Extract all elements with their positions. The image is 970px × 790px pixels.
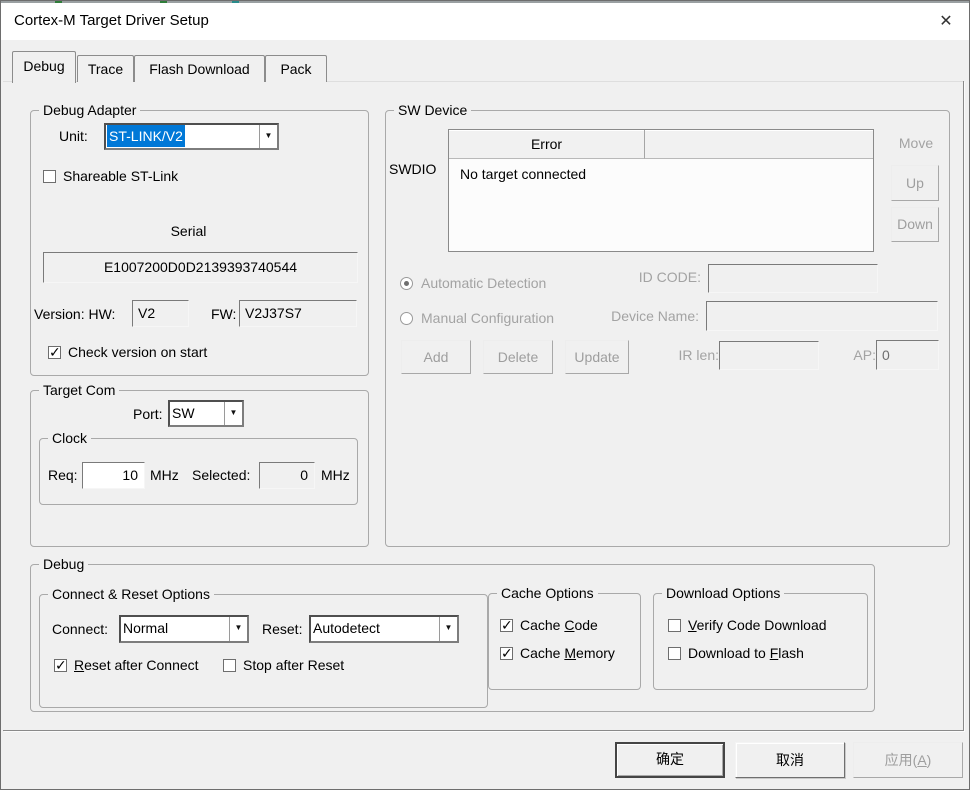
column-header-error[interactable]: Error [449, 130, 645, 159]
req-label: Req: [48, 467, 78, 483]
cancel-button[interactable]: 取消 [735, 742, 845, 778]
hw-version-box: V2 [132, 300, 189, 327]
group-title: SW Device [394, 101, 471, 119]
table-row[interactable]: No target connected [449, 159, 873, 189]
group-debug-adapter: Debug Adapter Unit: ST-LINK/V2 ▼ Shareab… [30, 110, 369, 376]
fw-label: FW: [211, 306, 236, 322]
group-clock: Clock Req: 10 MHz Selected: 0 MHz [39, 438, 358, 505]
id-code-field [708, 264, 878, 293]
move-label: Move [892, 135, 940, 151]
move-up-button: Up [891, 165, 939, 201]
unit-combobox[interactable]: ST-LINK/V2 ▼ [104, 123, 279, 150]
move-down-button: Down [891, 207, 939, 242]
serial-label: Serial [31, 223, 346, 239]
fw-version-box: V2J37S7 [239, 300, 357, 327]
group-cache-options: Cache Options Cache Code Cache Memory [488, 593, 641, 690]
background-strip [0, 0, 970, 3]
ir-len-field [719, 341, 819, 370]
selected-clock-box: 0 [259, 462, 315, 489]
reset-combobox-value: Autodetect [313, 617, 437, 640]
chevron-down-icon[interactable]: ▼ [439, 617, 457, 641]
device-table: Error No target connected [448, 129, 874, 252]
shareable-stlink-label: Shareable ST-Link [63, 168, 178, 184]
group-download-options: Download Options Verify Code Download Do… [653, 593, 868, 690]
apply-button: 应用(A) [853, 742, 963, 778]
id-code-label: ID CODE: [601, 269, 701, 285]
unit-combobox-value: ST-LINK/V2 [107, 125, 185, 147]
download-to-flash-label: Download to Flash [688, 645, 804, 661]
connect-label: Connect: [52, 621, 108, 637]
close-icon[interactable]: ✕ [930, 8, 962, 36]
add-button: Add [401, 340, 471, 374]
stop-after-reset-checkbox[interactable] [223, 659, 236, 672]
tab-flash-download[interactable]: Flash Download [134, 55, 265, 82]
group-debug: Debug Connect & Reset Options Connect: N… [30, 564, 875, 712]
download-to-flash-checkbox[interactable] [668, 647, 681, 660]
swdio-row-label: SWDIO [389, 161, 436, 177]
column-header-blank[interactable] [645, 130, 873, 159]
group-title: Clock [48, 429, 91, 447]
group-title: Target Com [39, 381, 119, 399]
ir-len-label: IR len: [651, 347, 719, 363]
group-title: Debug [39, 555, 88, 573]
group-target-com: Target Com Port: SW ▼ Clock Req: 10 MHz … [30, 390, 369, 547]
table-cell-text: No target connected [460, 166, 586, 182]
background-artifact [55, 0, 62, 3]
chevron-down-icon[interactable]: ▼ [229, 617, 247, 641]
group-connect-reset-options: Connect & Reset Options Connect: Normal … [39, 594, 488, 708]
cache-memory-label: Cache Memory [520, 645, 615, 661]
cache-code-checkbox[interactable] [500, 619, 513, 632]
tab-pack[interactable]: Pack [265, 55, 327, 82]
reset-after-connect-checkbox[interactable] [54, 659, 67, 672]
selected-unit-label: MHz [321, 467, 350, 483]
connect-combobox[interactable]: Normal ▼ [119, 615, 249, 643]
background-artifact [160, 0, 167, 3]
version-hw-label: Version: HW: [34, 306, 115, 322]
group-title: Connect & Reset Options [48, 585, 214, 603]
chevron-down-icon[interactable]: ▼ [224, 402, 242, 425]
port-label: Port: [133, 406, 163, 422]
update-button: Update [565, 340, 629, 374]
automatic-detection-label: Automatic Detection [421, 275, 546, 291]
selected-label: Selected: [192, 467, 250, 483]
reset-combobox[interactable]: Autodetect ▼ [309, 615, 459, 643]
group-title: Cache Options [497, 584, 598, 602]
port-combobox[interactable]: SW ▼ [168, 400, 244, 427]
title-bar: Cortex-M Target Driver Setup ✕ [0, 3, 970, 40]
group-sw-device: SW Device SWDIO Error No target connecte… [385, 110, 950, 547]
reset-label: Reset: [262, 621, 302, 637]
tab-trace[interactable]: Trace [77, 55, 134, 82]
unit-label: Unit: [59, 128, 88, 144]
chevron-down-icon[interactable]: ▼ [259, 125, 277, 148]
delete-button: Delete [483, 340, 553, 374]
verify-code-download-checkbox[interactable] [668, 619, 681, 632]
manual-configuration-label: Manual Configuration [421, 310, 554, 326]
group-title: Debug Adapter [39, 101, 140, 119]
cache-memory-checkbox[interactable] [500, 647, 513, 660]
serial-value-box: E1007200D0D2139393740544 [43, 252, 358, 283]
ok-button[interactable]: 确定 [615, 742, 725, 778]
group-title: Download Options [662, 584, 784, 602]
req-unit-label: MHz [150, 467, 179, 483]
verify-code-download-label: Verify Code Download [688, 617, 827, 633]
stop-after-reset-label: Stop after Reset [243, 657, 344, 673]
background-artifact [232, 0, 239, 3]
tab-debug[interactable]: Debug [12, 51, 76, 83]
check-version-label: Check version on start [68, 344, 207, 360]
reset-after-connect-label: Reset after Connect [74, 657, 199, 673]
automatic-detection-radio [400, 277, 413, 290]
device-name-label: Device Name: [599, 308, 699, 324]
manual-configuration-radio [400, 312, 413, 325]
ap-label: AP: [841, 347, 876, 363]
port-combobox-value: SW [172, 402, 222, 424]
device-name-field [706, 301, 938, 331]
connect-combobox-value: Normal [123, 617, 227, 640]
shareable-stlink-checkbox[interactable] [43, 170, 56, 183]
req-clock-input[interactable]: 10 [82, 462, 145, 489]
window-title: Cortex-M Target Driver Setup [14, 12, 209, 29]
check-version-checkbox[interactable] [48, 346, 61, 359]
cache-code-label: Cache Code [520, 617, 598, 633]
device-table-header: Error [449, 130, 873, 159]
ap-field: 0 [876, 340, 939, 370]
